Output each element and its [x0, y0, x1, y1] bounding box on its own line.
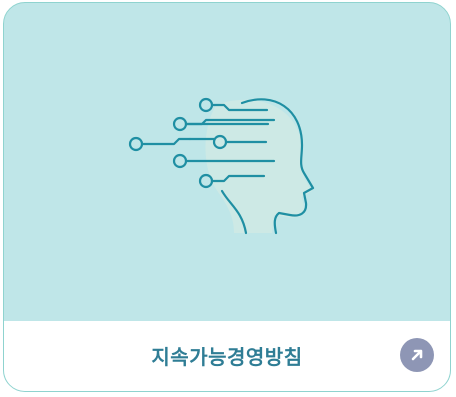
- open-link-button[interactable]: [400, 338, 434, 372]
- arrow-up-right-icon: [411, 349, 423, 361]
- card-illustration: [4, 3, 450, 321]
- ai-head-circuit-icon: [128, 97, 315, 235]
- card-title[interactable]: 지속가능경영방침: [4, 341, 450, 370]
- policy-card[interactable]: 지속가능경영방침: [3, 2, 451, 392]
- card-footer: 지속가능경영방침: [4, 321, 450, 391]
